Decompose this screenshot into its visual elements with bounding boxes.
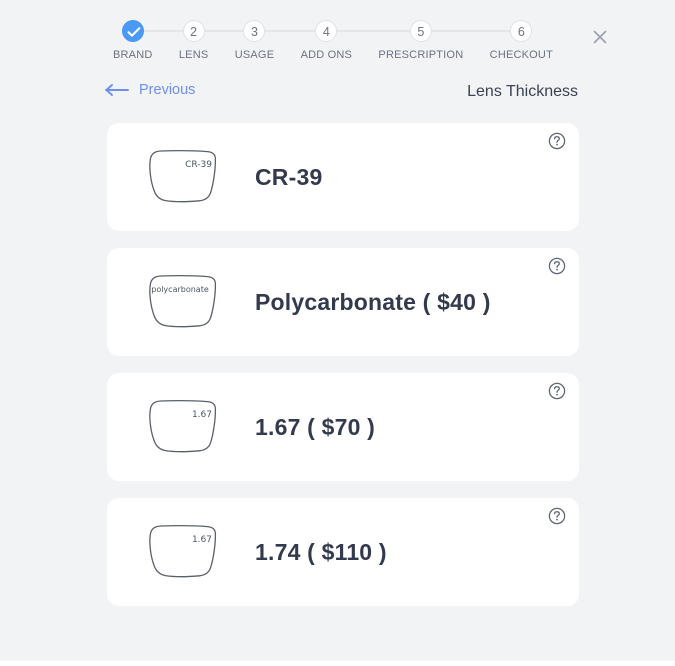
step-add-ons[interactable]: 4 ADD ONS (301, 20, 353, 61)
lens-shape-icon: 1.67 (141, 399, 219, 455)
step-label: USAGE (234, 49, 275, 61)
bottom-strip (0, 661, 675, 666)
lens-caption: CR-39 (185, 160, 212, 170)
lens-illustration: CR-39 (107, 149, 253, 205)
step-lens[interactable]: 2 LENS (179, 20, 209, 61)
step-usage[interactable]: 3 USAGE (235, 20, 275, 61)
help-circle-icon[interactable] (548, 382, 566, 400)
lens-option-card[interactable]: polycarbonate Polycarbonate ( $40 ) (107, 248, 579, 356)
previous-button[interactable]: Previous (104, 82, 195, 98)
step-label: PRESCRIPTION (378, 49, 464, 61)
step-circle: 4 (315, 20, 338, 42)
step-label: BRAND (113, 49, 153, 61)
lens-option-title: 1.67 ( $70 ) (255, 413, 376, 440)
lens-caption: polycarbonate (151, 285, 209, 294)
lens-options-list: CR-39 CR-39 polycarbonate Polycarbonate ( $… (107, 123, 579, 623)
card-content: 1.67 1.74 ( $110 ) (107, 498, 579, 606)
lens-illustration: polycarbonate (107, 274, 253, 330)
close-icon[interactable] (589, 26, 611, 48)
lens-illustration: 1.67 (107, 399, 253, 455)
card-content: CR-39 CR-39 (107, 123, 579, 231)
step-circle: 2 (182, 20, 205, 42)
card-content: 1.67 1.67 ( $70 ) (107, 373, 579, 481)
step-circle: 6 (510, 20, 533, 42)
nav-row: Previous Lens Thickness (0, 82, 675, 110)
page-title: Lens Thickness (467, 83, 578, 100)
step-brand[interactable]: BRAND (113, 20, 153, 61)
step-circle (121, 20, 144, 42)
previous-label: Previous (139, 82, 196, 98)
lens-shape-icon: polycarbonate (141, 274, 219, 330)
help-circle-icon[interactable] (548, 132, 566, 150)
lens-shape-icon: CR-39 (141, 149, 219, 205)
step-prescription[interactable]: 5 PRESCRIPTION (378, 20, 463, 61)
lens-option-card[interactable]: 1.67 1.74 ( $110 ) (107, 498, 579, 606)
step-circle: 5 (409, 20, 432, 42)
lens-option-card[interactable]: CR-39 CR-39 (107, 123, 579, 231)
step-label: ADD ONS (300, 49, 353, 61)
progress-stepper: BRAND 2 LENS 3 USAGE 4 ADD ONS 5 PRESCRIPTION 6 CH… (0, 0, 675, 76)
lens-option-title: Polycarbonate ( $40 ) (255, 288, 491, 315)
lens-caption: 1.67 (191, 410, 212, 420)
lens-shape-icon: 1.67 (141, 524, 219, 580)
lens-option-title: CR-39 (255, 163, 323, 190)
stepper-track: BRAND 2 LENS 3 USAGE 4 ADD ONS 5 PRESCRIPTION 6 CH… (113, 20, 553, 66)
lens-option-title: 1.74 ( $110 ) (255, 538, 387, 565)
lens-illustration: 1.67 (107, 524, 253, 580)
step-label: LENS (178, 49, 209, 61)
step-circle: 3 (243, 20, 266, 42)
lens-caption: 1.67 (191, 535, 212, 545)
card-content: polycarbonate Polycarbonate ( $40 ) (107, 248, 579, 356)
step-label: CHECKOUT (489, 49, 553, 61)
lens-option-card[interactable]: 1.67 1.67 ( $70 ) (107, 373, 579, 481)
lens-thickness-screen: BRAND 2 LENS 3 USAGE 4 ADD ONS 5 PRESCRIPTION 6 CH… (0, 0, 675, 661)
arrow-left-icon (104, 83, 130, 97)
help-circle-icon[interactable] (548, 257, 566, 275)
help-circle-icon[interactable] (548, 507, 566, 525)
step-checkout[interactable]: 6 CHECKOUT (490, 20, 553, 61)
